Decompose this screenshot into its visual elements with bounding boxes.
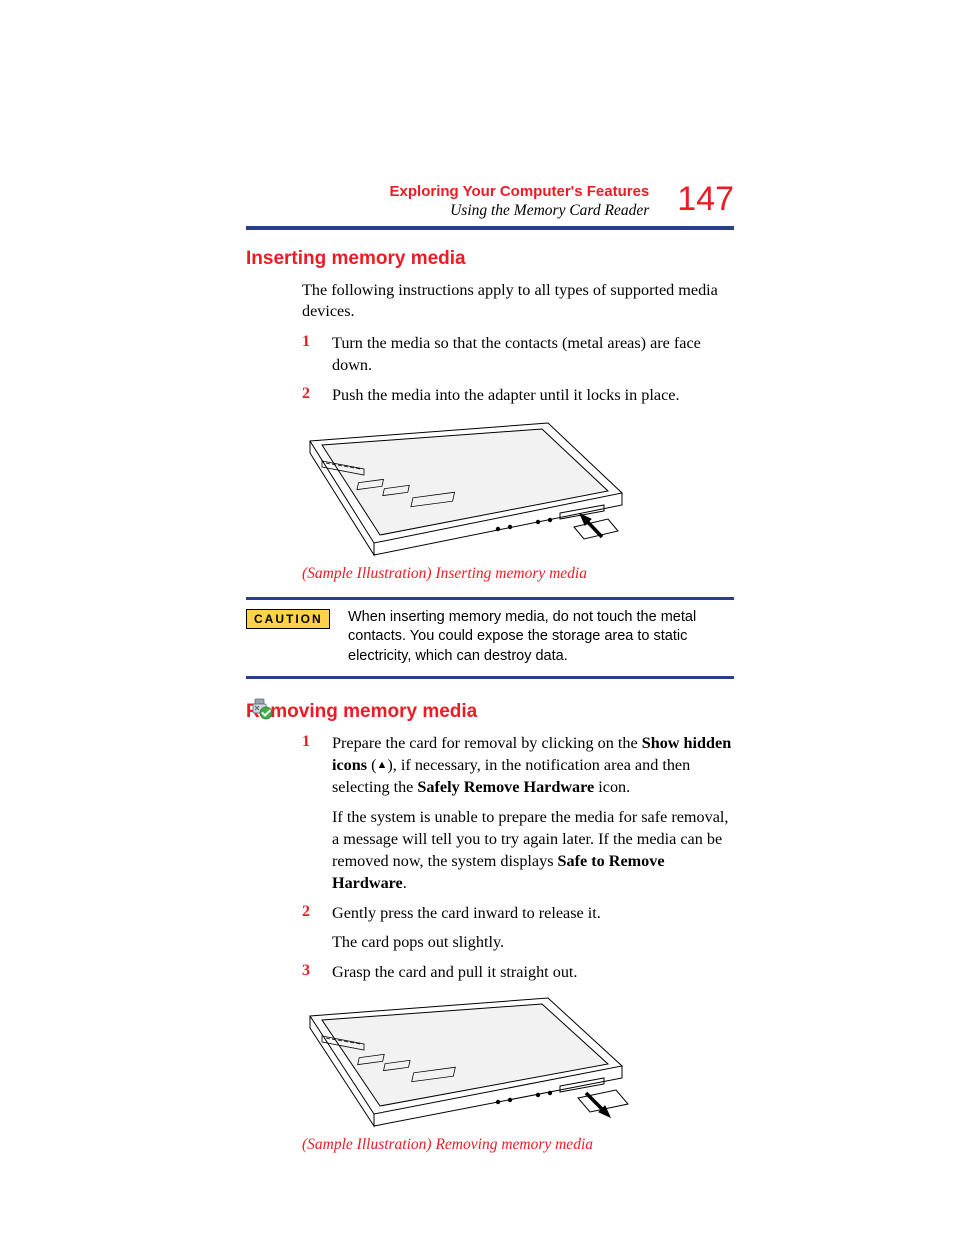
figure-caption: (Sample Illustration) Inserting memory m…: [302, 565, 734, 583]
caution-box: CAUTION When inserting memory media, do …: [246, 597, 734, 680]
up-triangle-icon: ▲: [377, 758, 388, 773]
step-text: Gently press the card inward to release …: [332, 903, 601, 955]
step-2: 2 Push the media into the adapter until …: [302, 385, 734, 407]
illustration-removing: [302, 996, 734, 1132]
safely-remove-hardware-icon: [252, 698, 274, 725]
step-text: Push the media into the adapter until it…: [332, 385, 680, 407]
step-number: 1: [302, 333, 332, 377]
step-number: 2: [302, 385, 332, 407]
heading-removing: Removing memory media: [246, 701, 734, 723]
intro-paragraph: The following instructions apply to all …: [302, 280, 734, 324]
step-number: 1: [302, 733, 332, 894]
step-text: Prepare the card for removal by clicking…: [332, 733, 734, 894]
page-number: 147: [677, 180, 734, 219]
caution-label: CAUTION: [246, 609, 330, 629]
page-header: Exploring Your Computer's Features Using…: [246, 180, 734, 220]
step-number: 2: [302, 903, 332, 955]
illustration-inserting: [302, 419, 734, 561]
step-number: 3: [302, 962, 332, 984]
step-1: 1 Turn the media so that the contacts (m…: [302, 333, 734, 377]
step-1: 1 Prepare the card for removal by clicki…: [302, 733, 734, 894]
header-rule: [246, 226, 734, 230]
step-text: Grasp the card and pull it straight out.: [332, 962, 577, 984]
figure-caption: (Sample Illustration) Removing memory me…: [302, 1136, 734, 1154]
step-3: 3 Grasp the card and pull it straight ou…: [302, 962, 734, 984]
chapter-section: Using the Memory Card Reader: [390, 202, 650, 220]
step-text: Turn the media so that the contacts (met…: [332, 333, 734, 377]
chapter-title: Exploring Your Computer's Features: [390, 180, 650, 202]
heading-inserting: Inserting memory media: [246, 248, 734, 270]
step-2: 2 Gently press the card inward to releas…: [302, 903, 734, 955]
caution-text: When inserting memory media, do not touc…: [348, 608, 734, 667]
